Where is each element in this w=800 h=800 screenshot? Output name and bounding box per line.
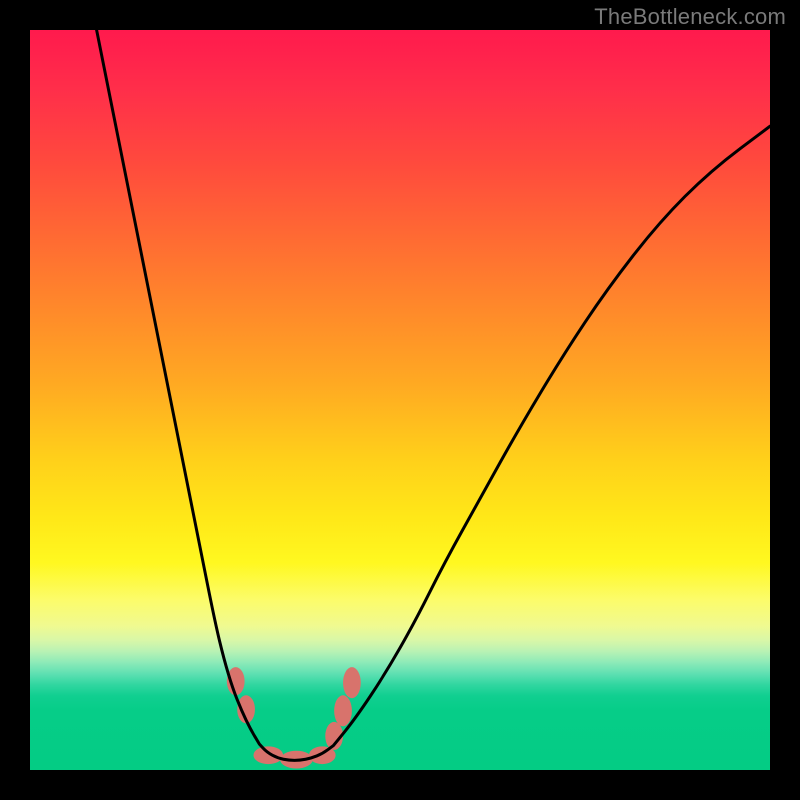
markers-layer xyxy=(227,667,361,768)
chart-svg xyxy=(30,30,770,770)
floor-blob-3 xyxy=(309,746,336,764)
chart-frame: TheBottleneck.com xyxy=(0,0,800,800)
watermark-text: TheBottleneck.com xyxy=(594,4,786,30)
right-blob-upper xyxy=(343,667,361,698)
floor-blob-1 xyxy=(253,746,283,764)
plot-area xyxy=(30,30,770,770)
right-blob-mid xyxy=(334,695,352,726)
bottleneck-curve xyxy=(97,30,770,760)
